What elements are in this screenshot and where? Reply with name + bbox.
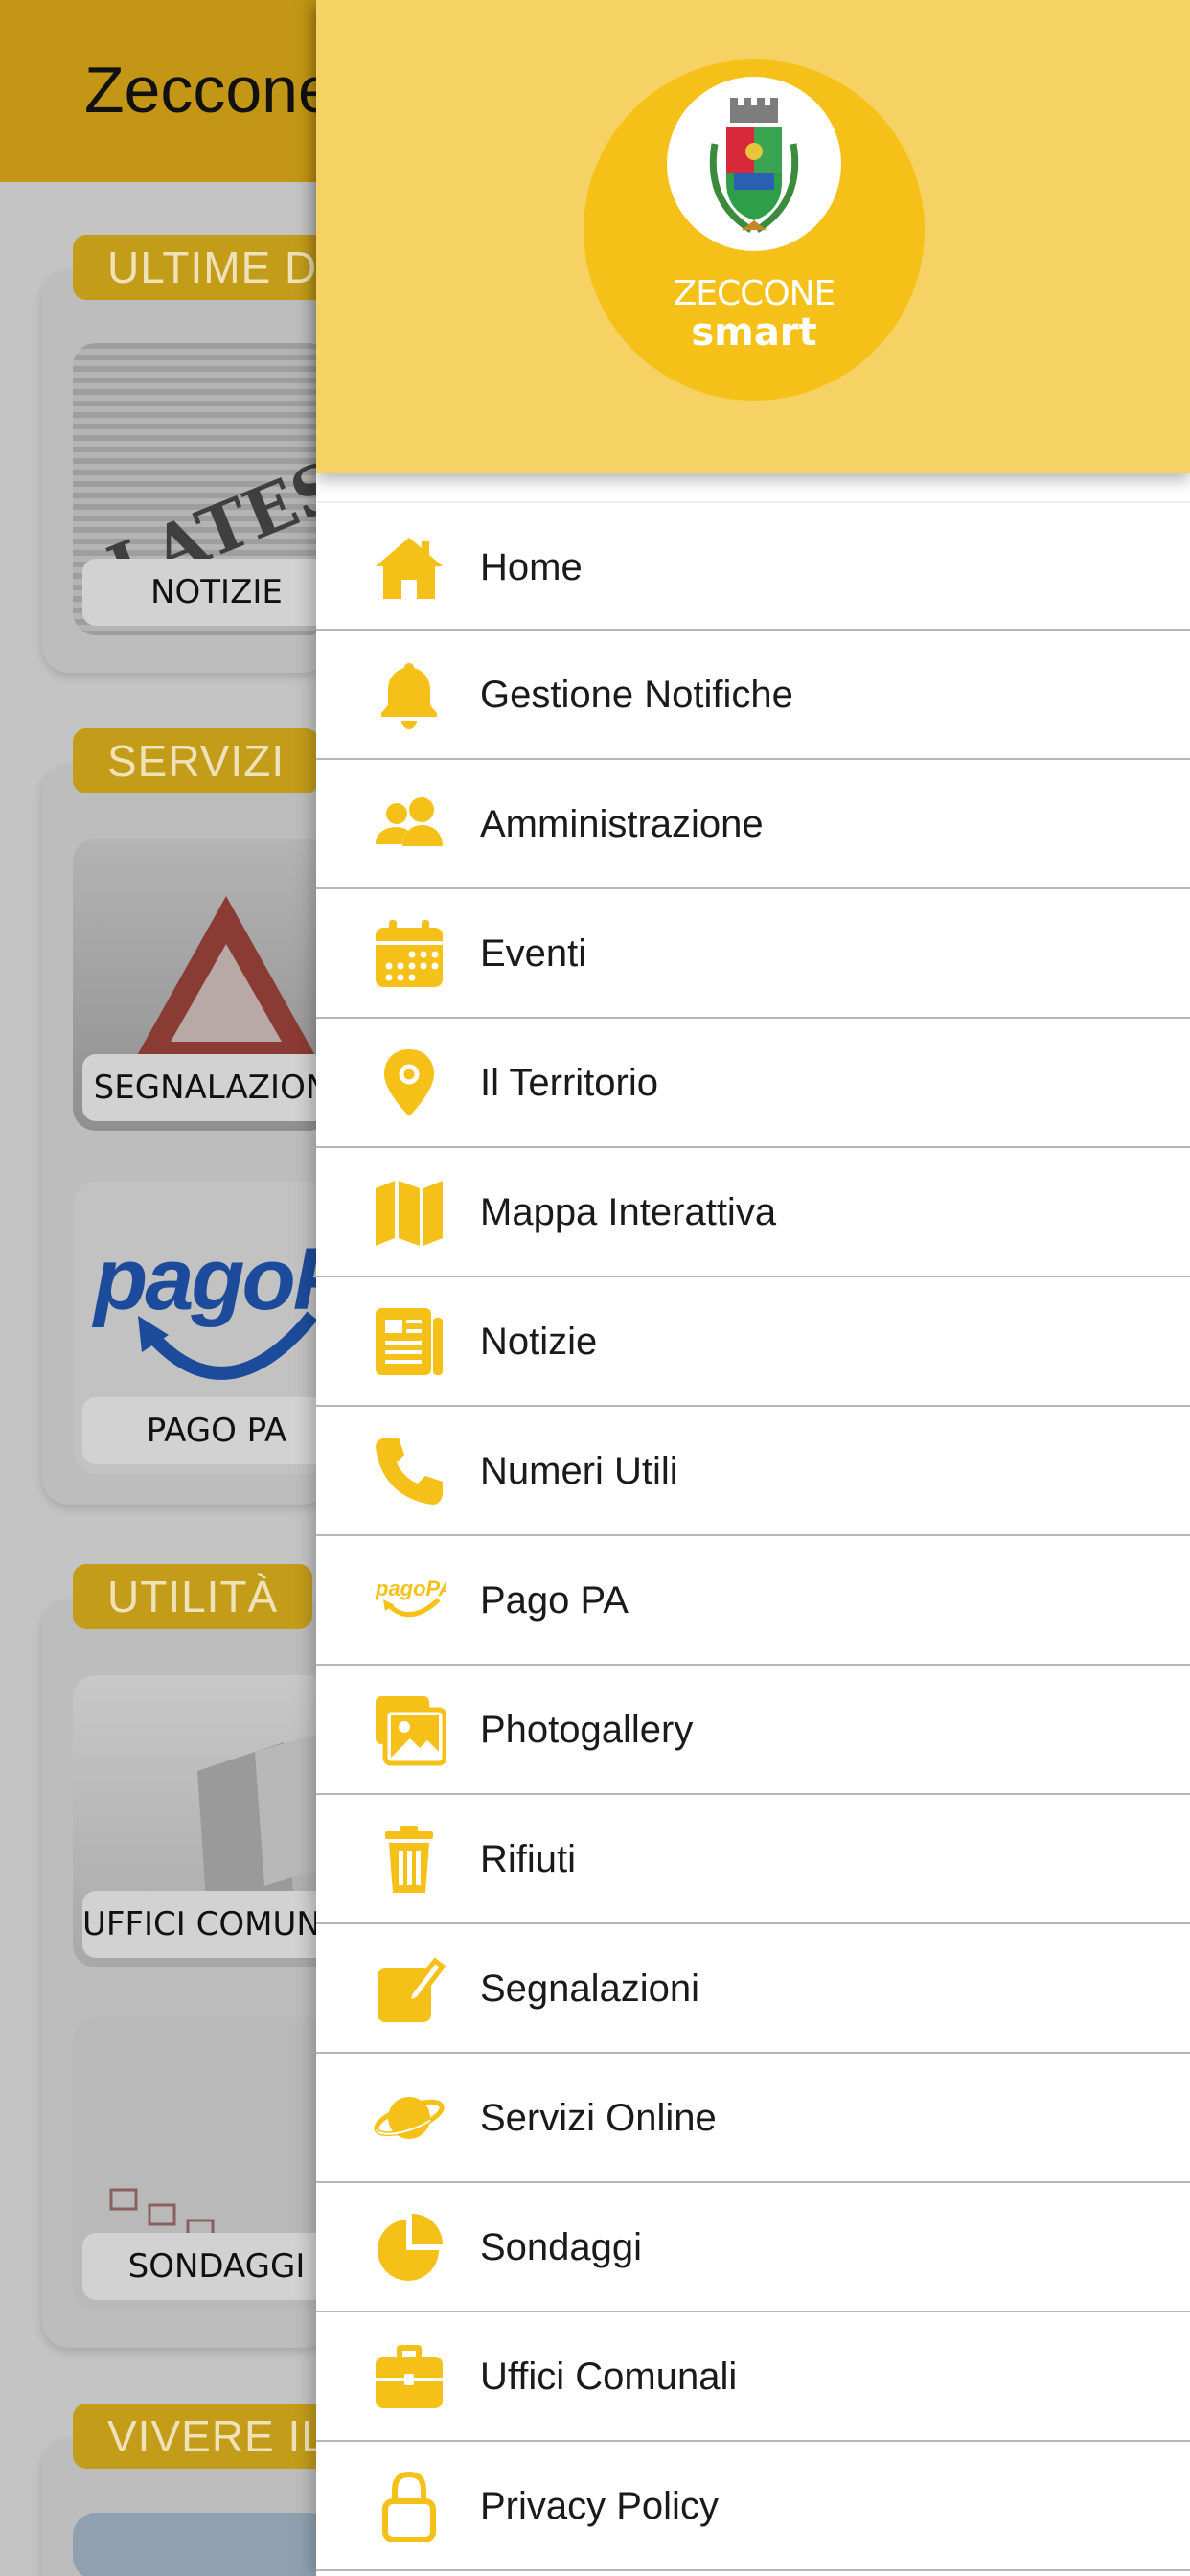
tile-label: SONDAGGI [82, 2233, 332, 2300]
map-icon [372, 1175, 446, 1250]
app-logo: ZECCONE smart [584, 59, 925, 401]
menu-item-notizie[interactable]: Notizie [316, 1277, 1190, 1407]
menu-item-label: Gestione Notifiche [480, 674, 793, 716]
section-title-utilita: UTILITÀ [73, 1564, 313, 1629]
tile-notizie[interactable]: LATEST NEWS NOTIZIE [73, 343, 332, 635]
menu-item-uffici-comunali[interactable]: Uffici Comunali [316, 2312, 1190, 2442]
menu-item-il-territorio[interactable]: Il Territorio [316, 1019, 1190, 1148]
tile-label: PAGO PA [82, 1397, 332, 1464]
tile-pago-pa[interactable]: pagoPA PAGO PA [73, 1182, 332, 1474]
menu-item-label: Home [480, 546, 583, 588]
logo-text-line1: ZECCONE [673, 274, 836, 313]
menu-item-label: Mappa Interattiva [480, 1191, 777, 1233]
tile-sondaggi[interactable]: SONDAGGI [73, 2017, 332, 2310]
menu-item-sondaggi[interactable]: Sondaggi [316, 2183, 1190, 2312]
menu-item-segnalazioni[interactable]: Segnalazioni [316, 1924, 1190, 2054]
images-icon [372, 1692, 446, 1767]
menu-item-label: Sondaggi [480, 2226, 643, 2268]
tile-label: NOTIZIE [82, 559, 332, 626]
tile-vivere[interactable] [73, 2513, 332, 2576]
users-icon [372, 787, 446, 862]
menu-item-label: Privacy Policy [480, 2485, 719, 2527]
trash-icon [372, 1822, 446, 1897]
menu-item-amministrazione[interactable]: Amministrazione [316, 760, 1190, 889]
menu-item-label: Segnalazioni [480, 1967, 700, 2010]
phone-icon [372, 1434, 446, 1508]
tile-uffici-comunali[interactable]: UFFICI COMUNALI [73, 1675, 332, 1967]
navigation-drawer: ZECCONE smart Home Gestione Notifiche Am… [316, 0, 1190, 2576]
menu-item-label: Uffici Comunali [480, 2356, 738, 2398]
tile-label: UFFICI COMUNALI [82, 1891, 332, 1958]
section-title-servizi: SERVIZI [73, 728, 320, 794]
menu-item-label: Il Territorio [480, 1062, 658, 1104]
menu-item-label: Rifiuti [480, 1838, 577, 1880]
menu-item-rifiuti[interactable]: Rifiuti [316, 1795, 1190, 1924]
menu-item-label: Notizie [480, 1321, 598, 1363]
coat-of-arms-logo [667, 77, 841, 251]
menu-item-privacy-policy[interactable]: Privacy Policy [316, 2442, 1190, 2571]
menu-item-label: Amministrazione [480, 803, 764, 845]
tile-label: SEGNALAZIONI [82, 1054, 332, 1121]
menu-item-servizi-online[interactable]: Servizi Online [316, 2054, 1190, 2183]
pagopa-icon: pagoPA [372, 1563, 446, 1638]
pie-chart-icon [372, 2210, 446, 2285]
menu-item-label: Servizi Online [480, 2097, 717, 2139]
edit-icon [372, 1951, 446, 2026]
menu-item-home[interactable]: Home [316, 501, 1190, 631]
menu-item-photogallery[interactable]: Photogallery [316, 1666, 1190, 1795]
svg-text:pagoPA: pagoPA [375, 1576, 446, 1600]
menu-item-pago-pa[interactable]: pagoPA Pago PA [316, 1536, 1190, 1666]
coat-of-arms-icon [709, 98, 799, 233]
drawer-header: ZECCONE smart [316, 0, 1190, 473]
home-icon [372, 530, 446, 605]
globe-icon [372, 2081, 446, 2155]
map-marker-icon [372, 1046, 446, 1120]
menu-item-label: Photogallery [480, 1709, 694, 1751]
bell-icon [372, 657, 446, 732]
briefcase-icon [372, 2339, 446, 2414]
menu-item-eventi[interactable]: Eventi [316, 889, 1190, 1019]
menu-item-label: Pago PA [480, 1579, 629, 1622]
newspaper-icon [372, 1304, 446, 1379]
menu-item-label: Numeri Utili [480, 1450, 678, 1492]
lock-icon [372, 2469, 446, 2543]
menu-item-label: Eventi [480, 932, 587, 975]
menu-item-numeri-utili[interactable]: Numeri Utili [316, 1407, 1190, 1536]
logo-text-line2: smart [691, 310, 817, 355]
drawer-menu: Home Gestione Notifiche Amministrazione … [316, 501, 1190, 2571]
calendar-icon [372, 916, 446, 991]
tile-segnalazioni[interactable]: SEGNALAZIONI [73, 839, 332, 1131]
menu-item-gestione-notifiche[interactable]: Gestione Notifiche [316, 631, 1190, 760]
menu-item-mappa-interattiva[interactable]: Mappa Interattiva [316, 1148, 1190, 1277]
